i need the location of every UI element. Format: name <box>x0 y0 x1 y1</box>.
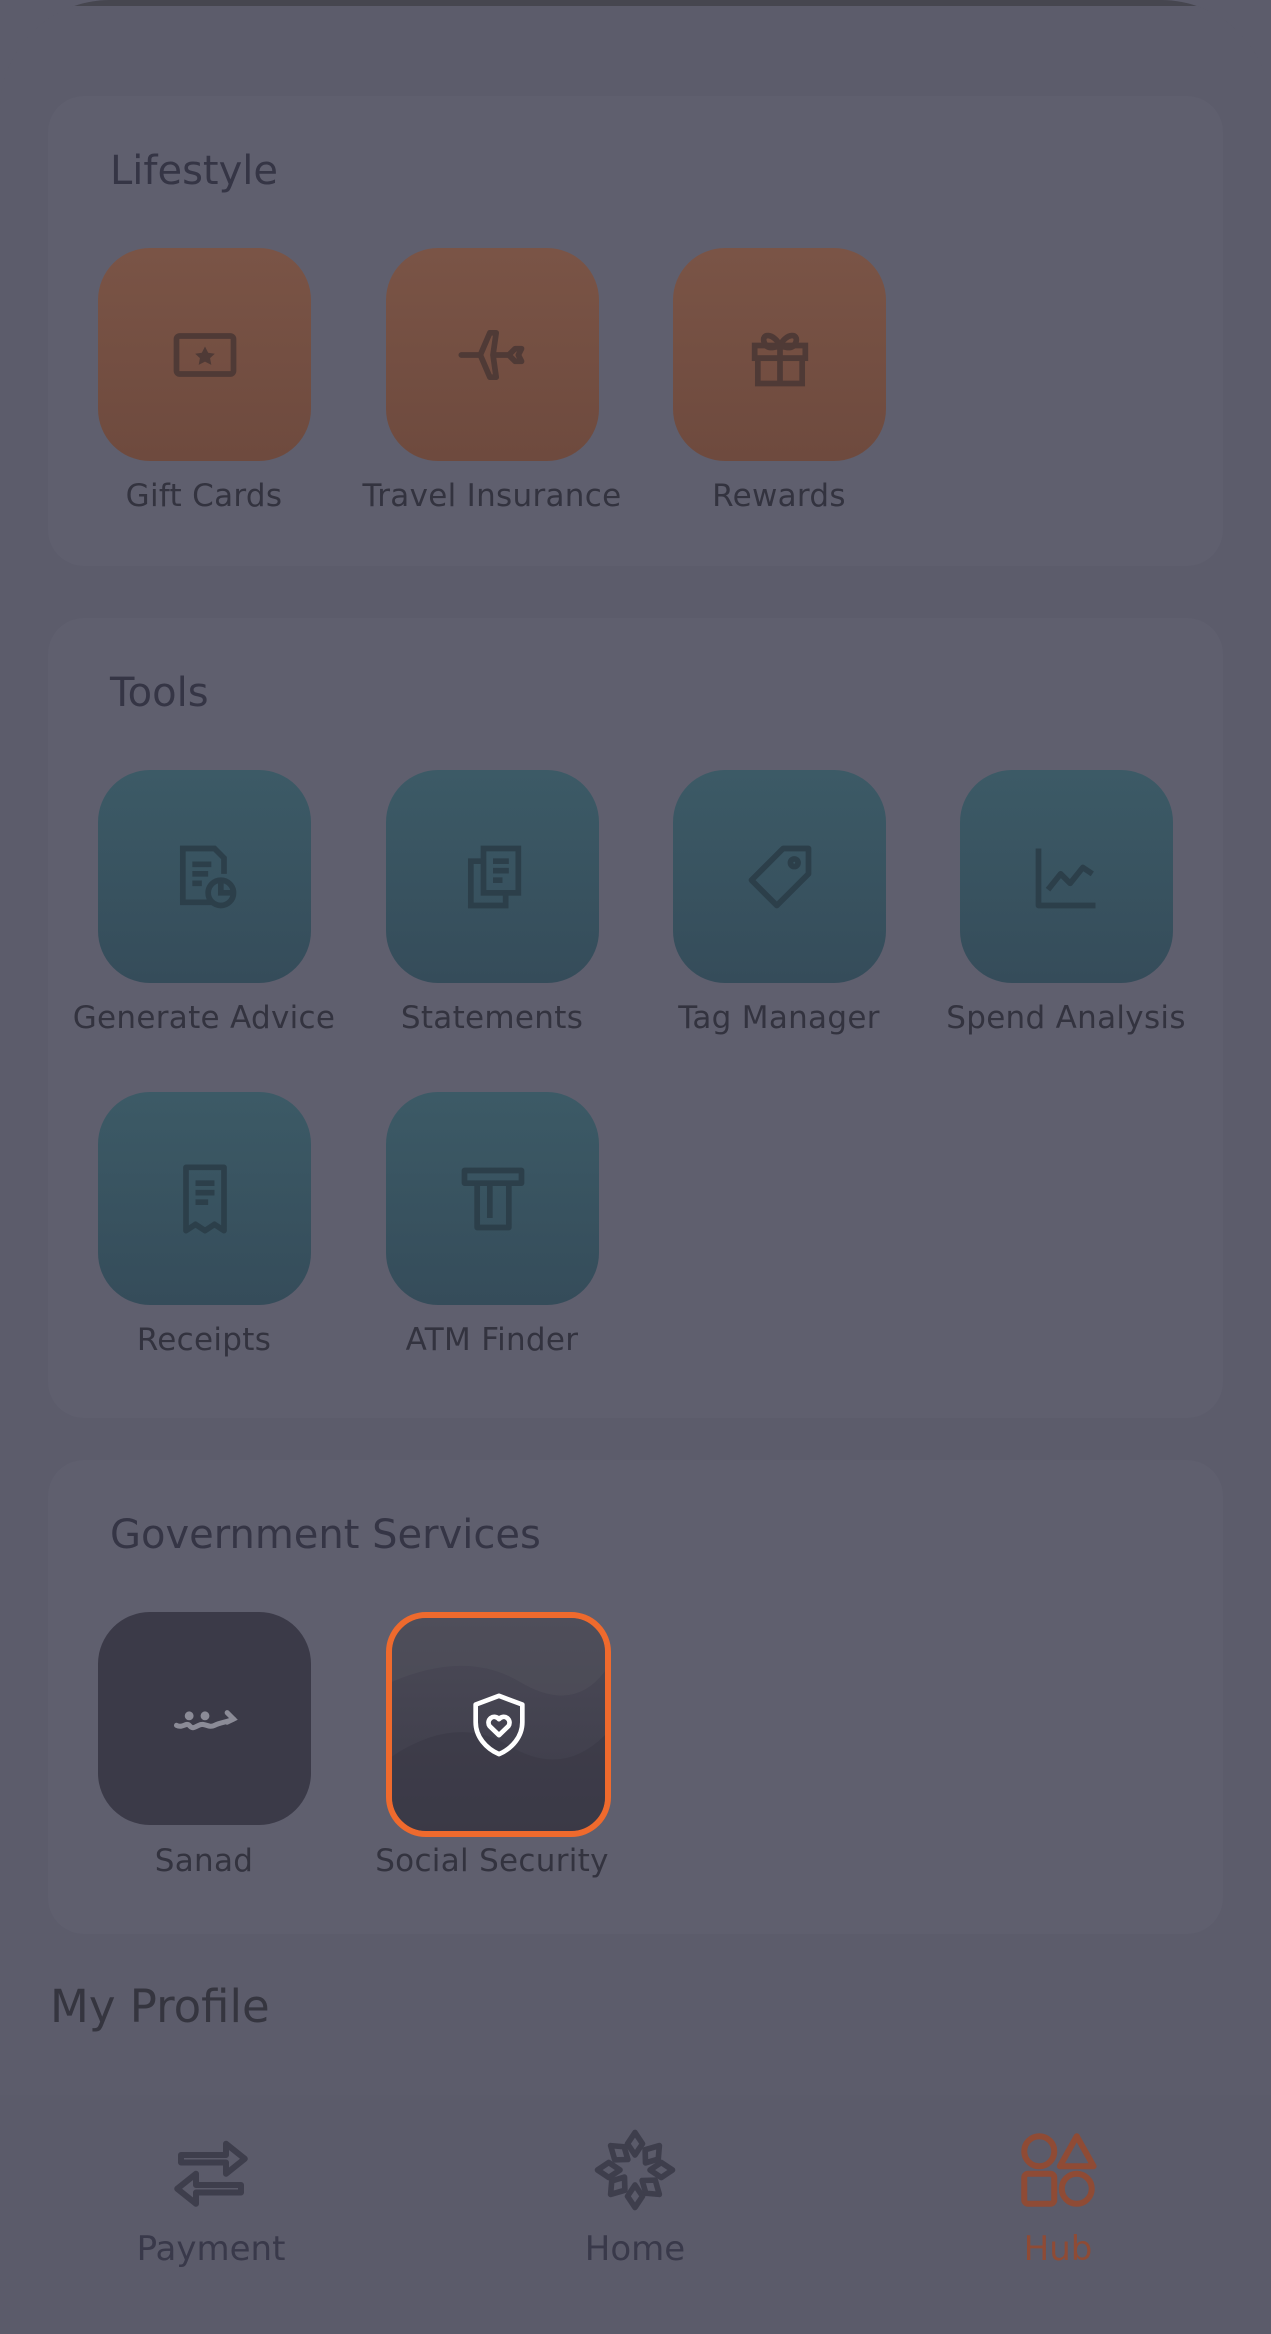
gift-cards-label: Gift Cards <box>125 478 283 514</box>
nav-payment[interactable]: Payment <box>61 2125 361 2269</box>
nav-hub-label: Hub <box>1023 2229 1093 2269</box>
nav-home-label: Home <box>584 2229 686 2269</box>
section-title: Tools <box>110 670 209 716</box>
document-chart-icon <box>179 845 236 908</box>
atm-finder-button[interactable] <box>386 1092 599 1305</box>
travel-insurance-label: Travel Insurance <box>362 478 622 514</box>
airplane-icon <box>457 329 524 380</box>
statements-button[interactable] <box>386 770 599 983</box>
statements-label: Statements <box>400 1000 584 1036</box>
sanad-logo-icon <box>173 1709 238 1730</box>
documents-icon <box>467 845 521 908</box>
section-title: Lifestyle <box>110 148 279 194</box>
nav-hub[interactable]: Hub <box>908 2125 1208 2269</box>
line-chart-icon <box>1035 848 1095 908</box>
tag-icon <box>748 845 811 908</box>
tag-manager-label: Tag Manager <box>678 1000 880 1036</box>
rewards-label: Rewards <box>712 478 846 514</box>
my-profile-heading: My Profile <box>50 1980 270 2033</box>
social-security-label: Social Security <box>375 1843 609 1879</box>
sanad-button[interactable] <box>98 1612 311 1825</box>
generate-advice-button[interactable] <box>98 770 311 983</box>
nav-home[interactable]: Home <box>485 2125 785 2269</box>
sanad-label: Sanad <box>154 1843 254 1879</box>
receipt-icon <box>182 1163 227 1234</box>
gift-card-icon <box>173 332 236 377</box>
shapes-icon <box>1021 2133 1097 2207</box>
spend-analysis-label: Spend Analysis <box>946 1000 1186 1036</box>
travel-insurance-button[interactable] <box>386 248 599 461</box>
receipts-label: Receipts <box>136 1322 272 1358</box>
shield-heart-icon <box>472 1693 525 1756</box>
bottom-navigation: Payment Home Hub <box>0 2095 1271 2334</box>
spend-analysis-button[interactable] <box>960 770 1173 983</box>
app-screen: Lifestyle Gift Cards Travel Insurance Re… <box>0 0 1271 2334</box>
receipts-button[interactable] <box>98 1092 311 1305</box>
tag-manager-button[interactable] <box>673 770 886 983</box>
atm-icon <box>461 1167 524 1230</box>
section-title: Government Services <box>110 1512 541 1558</box>
rewards-button[interactable] <box>673 248 886 461</box>
gift-icon <box>751 332 808 386</box>
transfer-arrows-icon <box>174 2140 248 2207</box>
status-bar <box>0 0 1271 6</box>
social-security-button[interactable] <box>386 1612 611 1837</box>
nav-payment-label: Payment <box>136 2229 286 2269</box>
home-flower-icon <box>594 2129 676 2211</box>
atm-finder-label: ATM Finder <box>405 1322 579 1358</box>
generate-advice-label: Generate Advice <box>72 1000 336 1036</box>
gift-cards-button[interactable] <box>98 248 311 461</box>
